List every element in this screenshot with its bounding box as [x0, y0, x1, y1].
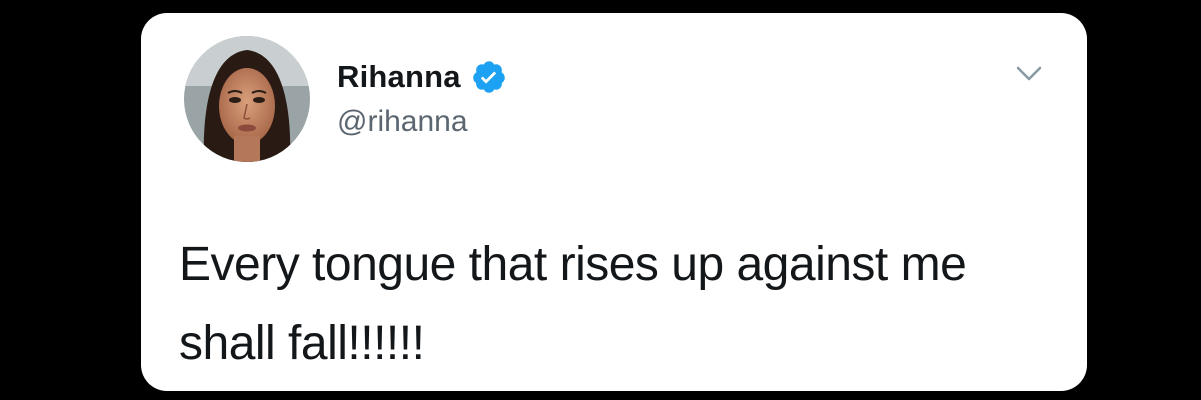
avatar[interactable]	[184, 36, 310, 162]
verified-badge-icon	[471, 59, 507, 95]
display-name[interactable]: Rihanna	[337, 59, 461, 95]
tweet-card[interactable]: Rihanna @rihanna Every tongue that rises…	[141, 13, 1087, 391]
user-handle[interactable]: @rihanna	[337, 105, 468, 139]
screenshot-canvas: Rihanna @rihanna Every tongue that rises…	[0, 0, 1201, 400]
author-row: Rihanna	[337, 57, 507, 97]
tweet-text: Every tongue that rises up against me sh…	[179, 238, 967, 370]
profile-photo-icon	[184, 36, 310, 162]
chevron-down-icon[interactable]	[1015, 63, 1043, 85]
